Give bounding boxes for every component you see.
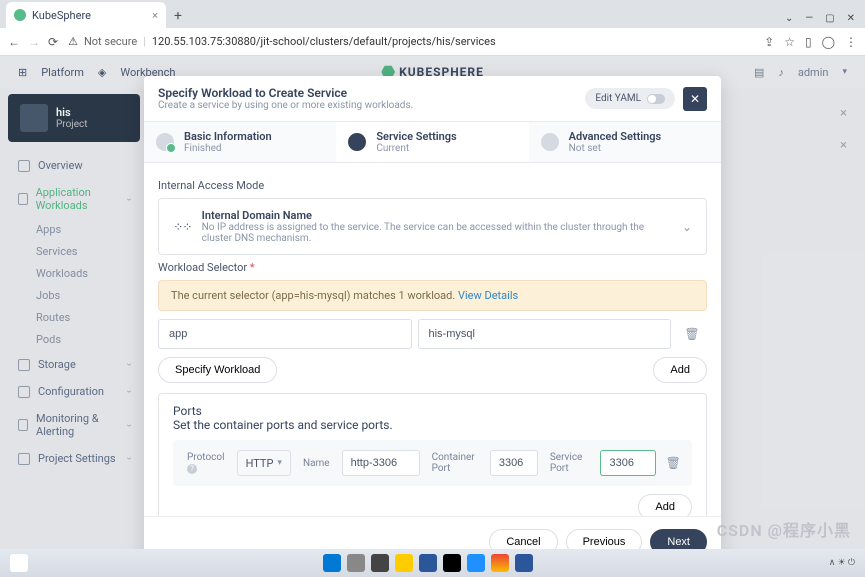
url-text: 120.55.103.75:30880/jit-school/clusters/… [152,35,496,48]
search-icon[interactable] [347,554,365,572]
container-port-label: Container Port [426,452,484,474]
step-title: Advanced Settings [569,130,662,143]
security-status: Not secure [84,35,137,48]
workload-selector-label: Workload Selector * [158,261,707,274]
modal-header: Specify Workload to Create Service Creat… [144,76,721,121]
edit-yaml-label: Edit YAML [595,93,641,104]
chrome-icon[interactable] [491,554,509,572]
step-service-settings[interactable]: Service SettingsCurrent [336,122,528,162]
name-label: Name [297,458,336,469]
wizard-steps: Basic InformationFinished Service Settin… [144,121,721,163]
window-controls: ⌄ — ▢ ✕ [775,9,865,28]
port-name-input[interactable] [342,450,420,476]
port-row: Protocol? HTTP ▾ Name Container Port Ser… [173,440,692,486]
step-status: Not set [569,143,662,154]
edit-yaml-toggle[interactable]: Edit YAML [585,88,675,109]
step-title: Service Settings [376,130,456,143]
modal-close-button[interactable]: ✕ [683,87,707,111]
view-details-link[interactable]: View Details [458,289,518,302]
browser-tab-strip: KubeSphere × + ⌄ — ▢ ✕ [0,0,865,28]
selector-notice: The current selector (app=his-mysql) mat… [158,280,707,311]
ports-title: Ports [173,404,692,418]
chevron-down-icon: ▾ [277,458,282,468]
selector-value-input[interactable] [418,319,672,349]
tab-close-icon[interactable]: × [152,9,158,22]
dns-icon: ⁘⁘ [173,220,191,234]
word2-icon[interactable] [515,554,533,572]
notice-text: The current selector (app=his-mysql) mat… [171,289,455,302]
trash-icon: 🗑 [684,327,699,341]
step-title: Basic Information [184,130,272,143]
explorer-icon[interactable] [395,554,413,572]
step-advanced-settings[interactable]: Advanced SettingsNot set [529,122,721,162]
delete-selector-button[interactable]: 🗑 [677,319,707,349]
tray-icons[interactable]: ∧ ☀ ⏻ [829,558,855,568]
browser-tab[interactable]: KubeSphere × [6,2,166,28]
ports-desc: Set the container ports and service port… [173,418,692,432]
access-mode-label: Internal Access Mode [158,179,707,192]
os-taskbar: ∧ ☀ ⏻ [0,549,865,577]
chevron-down-icon[interactable]: ⌄ [785,13,793,24]
step-status: Finished [184,143,272,154]
url-field[interactable]: ⚠ Not secure | 120.55.103.75:30880/jit-s… [68,35,754,48]
step-basic-info[interactable]: Basic InformationFinished [144,122,336,162]
edge-icon[interactable] [467,554,485,572]
help-icon[interactable]: ? [187,464,197,474]
cloud-icon[interactable] [10,554,28,572]
modal-title: Specify Workload to Create Service [158,86,413,100]
access-mode-title: Internal Domain Name [202,209,672,222]
address-bar: ← → ⟳ ⚠ Not secure | 120.55.103.75:30880… [0,28,865,56]
container-port-input[interactable] [490,450,538,476]
share-icon[interactable]: ⇪ [764,35,774,49]
chevron-down-icon: ⌄ [682,220,692,234]
trash-icon: 🗑 [666,456,681,470]
new-tab-button[interactable]: + [166,4,190,28]
nav-forward-icon: → [28,35,40,49]
watermark: CSDN @程序小黑 [717,517,851,541]
selector-kv-row: 🗑 [158,319,707,349]
reload-icon[interactable]: ⟳ [48,35,58,49]
tab-title: KubeSphere [32,9,91,22]
protocol-select[interactable]: HTTP ▾ [237,450,291,476]
ports-panel: Ports Set the container ports and servic… [158,393,707,516]
protocol-value: HTTP [246,457,274,470]
terminal-icon[interactable] [443,554,461,572]
create-service-modal: Specify Workload to Create Service Creat… [144,76,721,567]
word-icon[interactable] [419,554,437,572]
toggle-icon [647,94,665,104]
taskview-icon[interactable] [371,554,389,572]
close-icon[interactable]: ✕ [847,13,855,24]
step-icon [156,133,174,151]
minimize-icon[interactable]: — [805,13,813,24]
selector-key-input[interactable] [158,319,412,349]
specify-workload-button[interactable]: Specify Workload [158,357,277,383]
access-mode-desc: No IP address is assigned to the service… [202,222,672,244]
service-port-label: Service Port [544,452,595,474]
modal-subtitle: Create a service by using one or more ex… [158,100,413,111]
maximize-icon[interactable]: ▢ [825,13,834,24]
step-icon [541,133,559,151]
menu-icon[interactable]: ⋮ [845,35,857,49]
access-mode-panel[interactable]: ⁘⁘ Internal Domain Name No IP address is… [158,198,707,255]
step-icon [348,133,366,151]
service-port-input[interactable] [600,450,656,476]
profile-icon[interactable]: ◯ [822,35,835,49]
warning-icon: ⚠ [68,35,78,48]
modal-body: Internal Access Mode ⁘⁘ Internal Domain … [144,163,721,516]
start-icon[interactable] [323,554,341,572]
panel-icon[interactable]: ▯ [805,35,812,49]
star-icon[interactable]: ☆ [784,35,795,49]
nav-back-icon[interactable]: ← [8,35,20,49]
add-selector-button[interactable]: Add [653,357,707,383]
add-port-button[interactable]: Add [638,494,692,516]
protocol-label: Protocol? [181,452,231,474]
favicon-icon [14,9,26,21]
delete-port-button[interactable]: 🗑 [662,448,684,478]
step-status: Current [376,143,456,154]
